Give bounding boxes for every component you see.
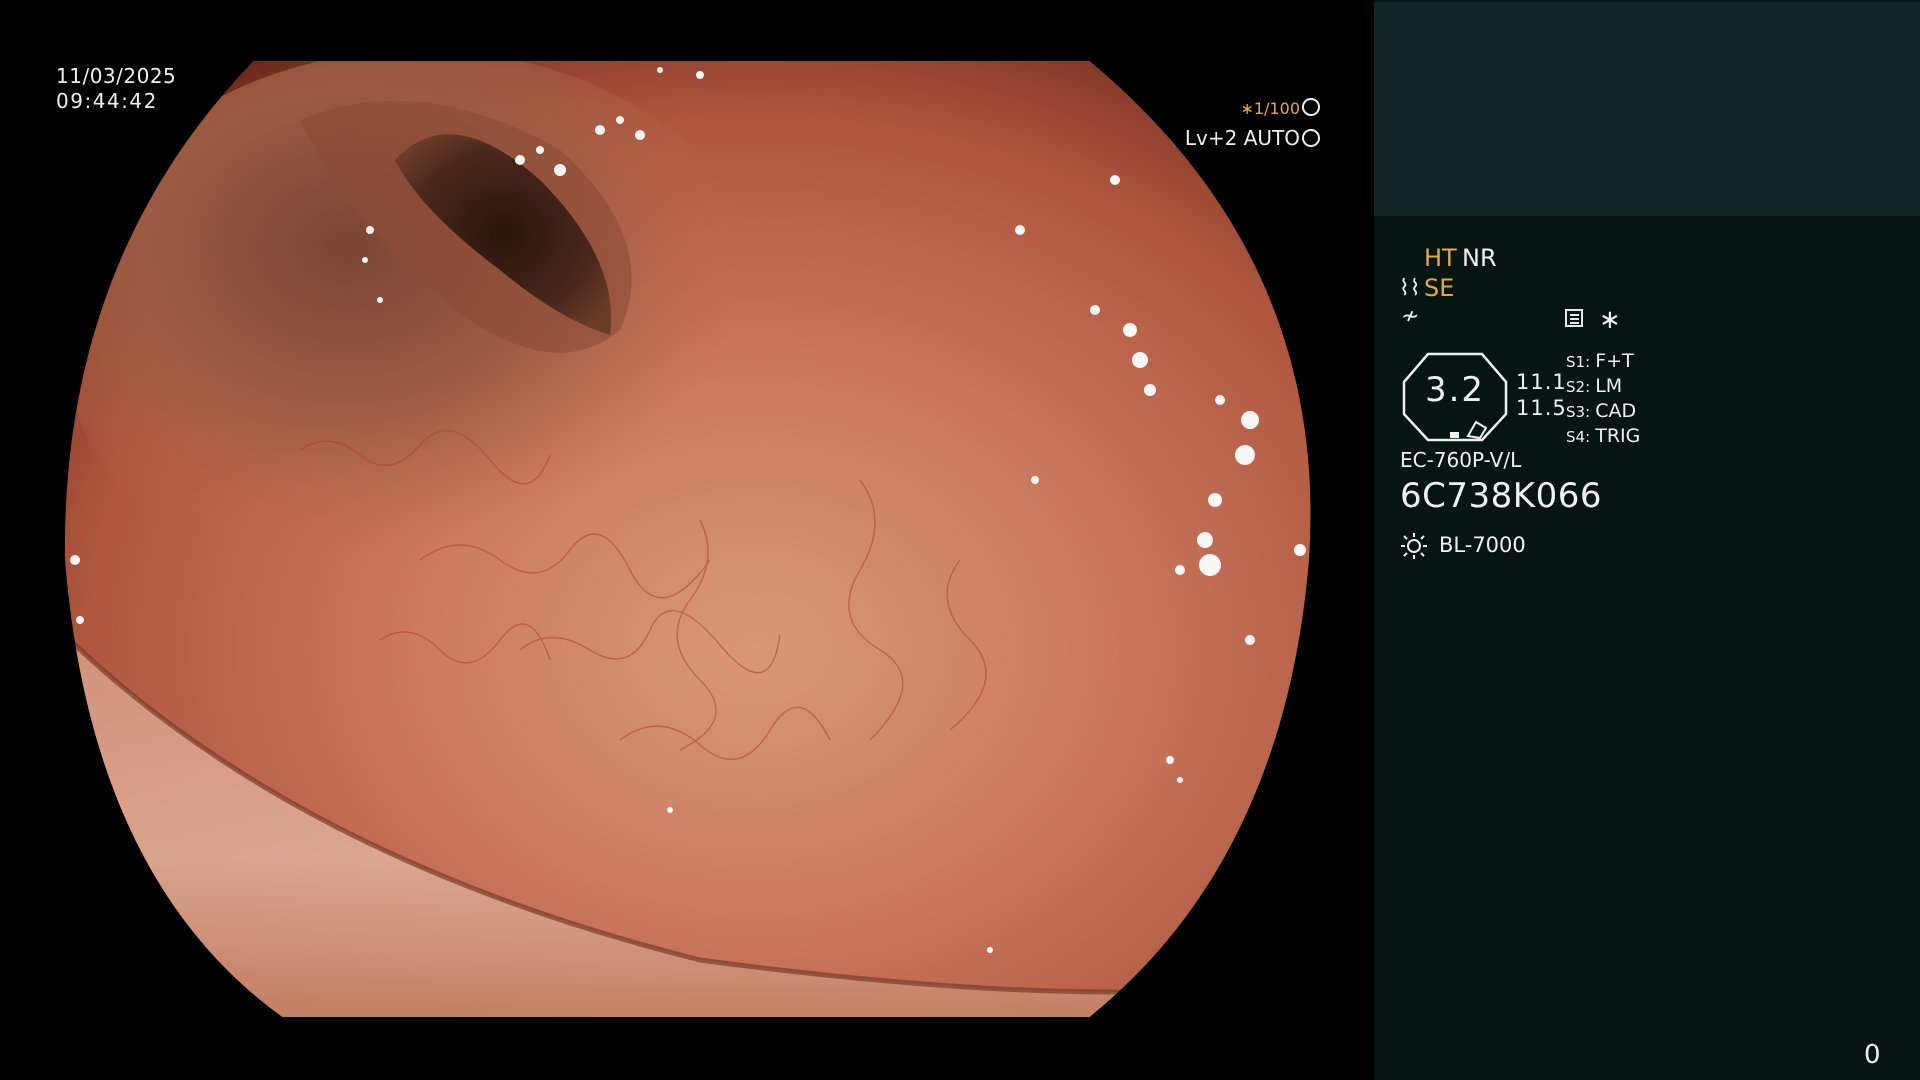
scope-switch-4: S4: TRIG: [1566, 425, 1640, 447]
endoscope-viewport: 11/03/2025 09:44:42 ∗1/100 Lv+2 AUTO: [0, 0, 1372, 1080]
status-panel: HT NR ⌇⌇ SE ≁ ∗ 3.2 11.1 11.5 S1: F+T S2…: [1374, 0, 1920, 1080]
se-indicator: SE: [1424, 274, 1455, 302]
scope-model: EC-760P-V/L: [1400, 448, 1522, 472]
memo-icon: [1565, 309, 1583, 327]
exam-date: 11/03/2025: [56, 64, 177, 88]
zoom-value: 3.2: [1424, 370, 1486, 410]
aperture-icon: [1302, 98, 1320, 116]
scope-switch-1: S1: F+T: [1566, 350, 1634, 372]
scope-switch-3: S3: CAD: [1566, 400, 1636, 422]
sun-icon: [1401, 533, 1427, 559]
level-readout: Lv+2 AUTO: [1180, 126, 1320, 150]
s1-value: F+T: [1595, 350, 1634, 372]
zoom-value-2: 11.5: [1516, 396, 1567, 420]
panel-header-area: [1374, 2, 1920, 216]
ht-indicator: HT: [1424, 244, 1457, 272]
shutter-readout: ∗1/100: [1220, 98, 1320, 118]
s2-value: LM: [1595, 375, 1623, 397]
s1-label: S1:: [1566, 353, 1591, 371]
star-indicator: ∗: [1599, 305, 1621, 335]
scope-switch-2: S2: LM: [1566, 375, 1622, 397]
endoscopic-image: [62, 59, 1313, 1019]
light-source: BL-7000: [1439, 533, 1526, 557]
structure-enhance-icon: ⌇⌇: [1399, 276, 1421, 301]
exam-time: 09:44:42: [56, 89, 158, 113]
shutter-speed: ∗1/100: [1240, 99, 1300, 118]
level-mode: Lv+2 AUTO: [1184, 126, 1300, 150]
s3-label: S3:: [1566, 403, 1591, 421]
s2-label: S2:: [1566, 378, 1591, 396]
iris-icon: [1302, 129, 1320, 147]
image-counter: 0: [1864, 1040, 1881, 1070]
s3-value: CAD: [1595, 400, 1637, 422]
nr-indicator: NR: [1462, 244, 1497, 272]
scope-serial: 6C738K066: [1400, 476, 1602, 516]
s4-value: TRIG: [1595, 425, 1641, 447]
noise-icon: ≁: [1401, 304, 1420, 329]
s4-label: S4:: [1566, 428, 1591, 446]
zoom-value-1: 11.1: [1516, 370, 1567, 394]
